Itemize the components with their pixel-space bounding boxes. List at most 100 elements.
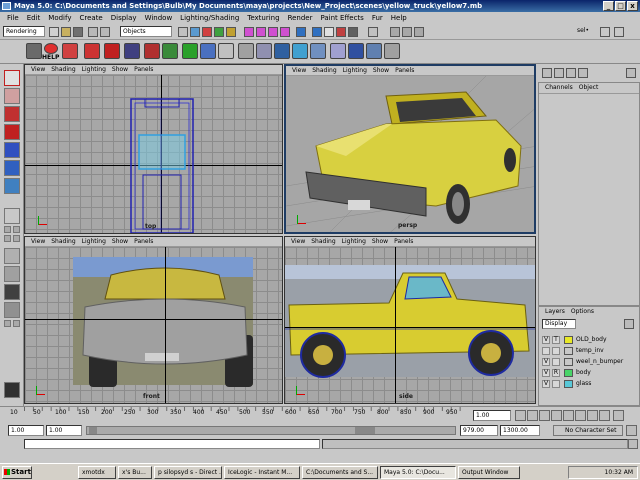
render-frame-icon[interactable] <box>324 27 334 37</box>
attribute-editor-toggle-icon[interactable] <box>390 27 400 37</box>
menu-render[interactable]: Render <box>284 12 317 24</box>
outliner-icon[interactable] <box>218 43 234 59</box>
hypergraph-layout-icon[interactable] <box>4 284 20 300</box>
playback-start-field[interactable]: 1.00 <box>46 425 82 436</box>
layer-visibility-toggle[interactable]: V <box>542 358 550 366</box>
current-frame-field[interactable]: 1.00 <box>473 410 511 421</box>
tool-settings-toggle-icon[interactable] <box>402 27 412 37</box>
camera-icon[interactable] <box>124 43 140 59</box>
layer-color-swatch[interactable] <box>564 369 573 377</box>
script-editor-icon[interactable] <box>628 439 638 449</box>
animation-preferences-icon[interactable] <box>613 410 624 421</box>
animation-start-field[interactable]: 1.00 <box>8 425 44 436</box>
snap-point-icon[interactable] <box>268 27 278 37</box>
render-globals-icon[interactable] <box>348 27 358 37</box>
vp-side-lighting-menu[interactable]: Lighting <box>339 237 369 246</box>
selection-mask-select[interactable]: Objects <box>120 26 172 37</box>
menu-create[interactable]: Create <box>75 12 106 24</box>
layout-option-b-icon[interactable] <box>13 320 20 327</box>
vp-persp-show-menu[interactable]: Show <box>370 66 392 75</box>
vp-side-shading-menu[interactable]: Shading <box>308 237 338 246</box>
plane-icon[interactable] <box>384 43 400 59</box>
playback-end-field[interactable]: 979.00 <box>460 425 498 436</box>
vp-front-lighting-menu[interactable]: Lighting <box>79 237 109 246</box>
layer-color-swatch[interactable] <box>564 347 573 355</box>
graph-layout-icon[interactable] <box>4 266 20 282</box>
uv-editor-icon[interactable] <box>256 43 272 59</box>
vp-persp-view-menu[interactable]: View <box>289 66 309 75</box>
stacked-layout-icon[interactable] <box>13 235 20 242</box>
show-manipulator-icon[interactable] <box>4 178 20 194</box>
extrude-icon[interactable] <box>310 43 326 59</box>
step-forward-icon[interactable] <box>587 410 598 421</box>
options-menu[interactable]: Options <box>568 307 597 317</box>
mask-handles-icon[interactable] <box>178 27 188 37</box>
layers-menu[interactable]: Layers <box>542 307 568 317</box>
layer-visibility-toggle[interactable]: V <box>542 336 550 344</box>
menu-file[interactable]: File <box>3 12 23 24</box>
menu-modify[interactable]: Modify <box>44 12 75 24</box>
layer-visibility-toggle[interactable]: V <box>542 369 550 377</box>
vp-front-show-menu[interactable]: Show <box>109 237 131 246</box>
channel-box-icon[interactable] <box>542 68 552 78</box>
layout-option-a-icon[interactable] <box>4 320 11 327</box>
three-pane-layout-icon[interactable] <box>4 235 11 242</box>
layer-display-type-toggle[interactable]: T <box>552 336 560 344</box>
minimize-button[interactable]: _ <box>603 1 614 11</box>
range-slider-bar[interactable] <box>86 426 456 435</box>
shelf-tool-icon[interactable] <box>26 43 42 59</box>
universal-manip-icon[interactable] <box>4 160 20 176</box>
snap-curve-icon[interactable] <box>256 27 266 37</box>
panel-close-icon[interactable] <box>626 68 636 78</box>
status-line-toggle-icon[interactable] <box>600 27 610 37</box>
maximize-button[interactable]: □ <box>615 1 626 11</box>
vp-front-view-menu[interactable]: View <box>28 237 48 246</box>
vp-top-lighting-menu[interactable]: Lighting <box>79 65 109 74</box>
vp-side-panels-menu[interactable]: Panels <box>391 237 416 246</box>
create-layer-icon[interactable] <box>624 319 634 329</box>
viewport-front[interactable]: View Shading Lighting Show Panels front <box>24 236 283 404</box>
two-pane-layout-icon[interactable] <box>13 226 20 233</box>
vp-top-panels-menu[interactable]: Panels <box>131 65 156 74</box>
help-search-icon[interactable] <box>62 43 78 59</box>
layer-visibility-toggle[interactable]: V <box>542 380 550 388</box>
move-tool-icon[interactable] <box>4 106 20 122</box>
graph-editor-icon[interactable] <box>238 43 254 59</box>
hypershade-icon[interactable] <box>200 43 216 59</box>
light-icon[interactable] <box>144 43 160 59</box>
menu-fur[interactable]: Fur <box>368 12 387 24</box>
polygon-icon[interactable] <box>274 43 290 59</box>
four-pane-layout-icon[interactable] <box>4 226 11 233</box>
menu-lighting-shading[interactable]: Lighting/Shading <box>176 12 243 24</box>
menu-display[interactable]: Display <box>107 12 141 24</box>
character-set-select[interactable]: No Character Set <box>553 425 623 436</box>
render-icon[interactable] <box>84 43 100 59</box>
menu-window[interactable]: Window <box>141 12 177 24</box>
viewport-side[interactable]: View Shading Lighting Show Panels side <box>284 236 536 404</box>
select-tool-icon[interactable] <box>4 70 20 86</box>
select-object-icon[interactable] <box>100 27 110 37</box>
vp-side-view-menu[interactable]: View <box>288 237 308 246</box>
outliner-layout-icon[interactable] <box>4 248 20 264</box>
taskbar-item[interactable]: Output Window <box>458 466 520 479</box>
layer-row[interactable]: V R body <box>542 368 638 378</box>
attribute-editor-icon[interactable] <box>566 68 576 78</box>
step-back-key-icon[interactable] <box>539 410 550 421</box>
step-back-icon[interactable] <box>527 410 538 421</box>
ipr-render-icon[interactable] <box>336 27 346 37</box>
layer-display-select[interactable]: Display <box>542 319 576 329</box>
render-layout-icon[interactable] <box>4 302 20 318</box>
mask-surfaces-icon[interactable] <box>214 27 224 37</box>
menu-texturing[interactable]: Texturing <box>243 12 283 24</box>
command-input[interactable] <box>24 439 320 449</box>
channels-menu[interactable]: Channels <box>542 83 576 93</box>
layer-row[interactable]: V T OLD_body <box>542 335 638 345</box>
auto-key-icon[interactable] <box>626 425 637 436</box>
layer-visibility-toggle[interactable] <box>542 347 550 355</box>
object-menu[interactable]: Object <box>576 83 602 93</box>
layer-row[interactable]: V weel_n_bumper <box>542 357 638 367</box>
mask-joints-icon[interactable] <box>190 27 200 37</box>
layer-display-type-toggle[interactable]: R <box>552 369 560 377</box>
vp-front-shading-menu[interactable]: Shading <box>48 237 78 246</box>
viewport-top[interactable]: View Shading Lighting Show Panels top <box>24 64 283 234</box>
